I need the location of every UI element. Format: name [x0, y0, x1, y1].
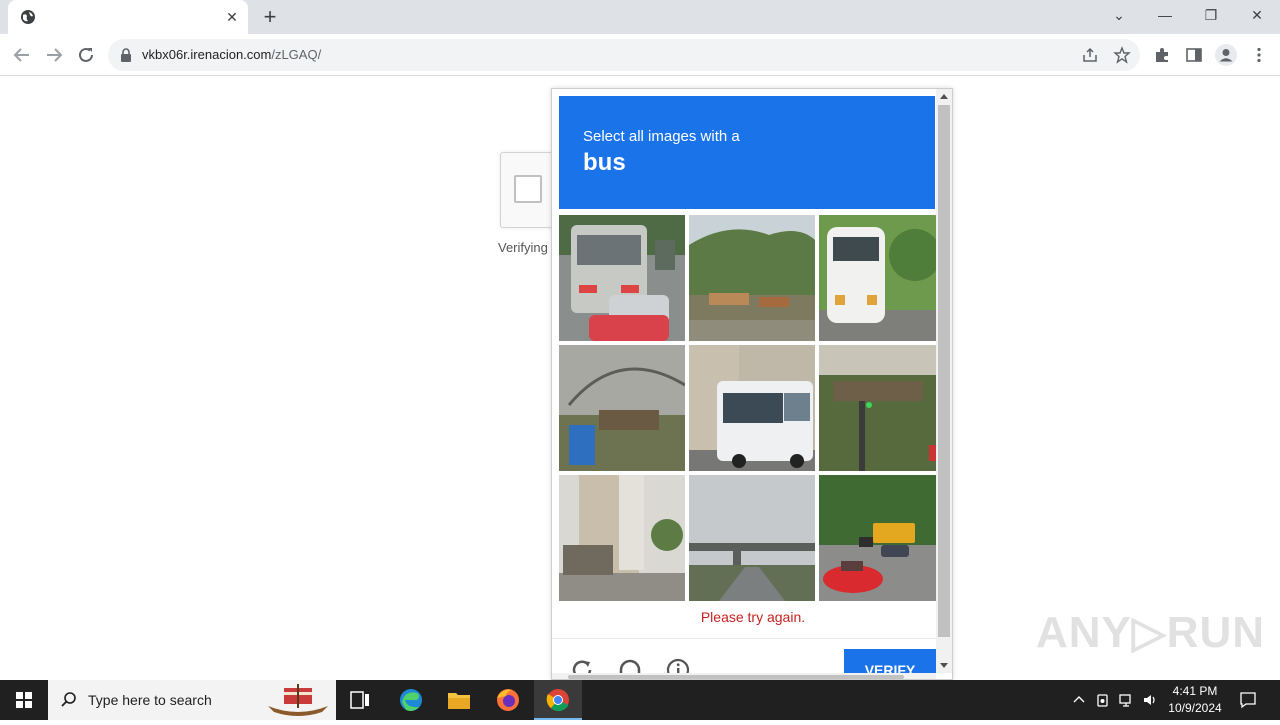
clock-date: 10/9/2024	[1168, 701, 1222, 715]
tile-image-bus-highway	[559, 215, 685, 341]
clock-time: 4:41 PM	[1172, 684, 1218, 698]
tile-image-overpass	[689, 475, 815, 601]
close-window-button[interactable]: ✕	[1244, 4, 1270, 26]
tab-search-button[interactable]: ⌄	[1106, 4, 1132, 26]
image-grid	[559, 215, 945, 601]
chrome-taskbar-app[interactable]	[534, 680, 582, 720]
taskbar-clock[interactable]: 4:41 PM 10/9/2024	[1160, 683, 1230, 717]
file-explorer-icon[interactable]	[435, 680, 483, 720]
image-tile[interactable]	[559, 215, 685, 341]
notifications-icon[interactable]	[1239, 691, 1257, 709]
error-message: Please try again.	[700, 609, 806, 625]
tile-image-apartment-street	[559, 475, 685, 601]
horizontal-scrollbar[interactable]	[552, 673, 936, 679]
extensions-icon[interactable]	[1153, 46, 1171, 64]
back-icon[interactable]	[11, 44, 33, 66]
scroll-down-arrow-icon[interactable]	[940, 663, 948, 668]
tile-image-city-bus	[689, 345, 815, 471]
volume-icon[interactable]	[1142, 692, 1158, 708]
image-tile[interactable]	[819, 475, 945, 601]
task-view-icon[interactable]	[336, 680, 384, 720]
edge-icon[interactable]	[387, 680, 435, 720]
new-tab-button[interactable]: +	[258, 6, 282, 28]
browser-toolbar: vkbx06r.irenacion.com/zLGAQ/	[0, 34, 1280, 76]
menu-kebab-icon[interactable]	[1250, 46, 1268, 64]
verifying-label: Verifying	[498, 240, 548, 255]
url-text[interactable]: vkbx06r.irenacion.com/zLGAQ/	[142, 47, 321, 62]
minimize-button[interactable]: —	[1152, 4, 1178, 26]
tile-image-traffic-light	[819, 345, 945, 471]
share-icon[interactable]	[1081, 46, 1099, 64]
vertical-scrollbar[interactable]	[936, 89, 952, 673]
url-path: /zLGAQ/	[271, 47, 322, 62]
tile-image-white-bus	[819, 215, 945, 341]
tray-chevron-icon[interactable]	[1071, 692, 1087, 708]
tile-image-construction	[559, 345, 685, 471]
image-tile[interactable]	[689, 345, 815, 471]
challenge-target: bus	[583, 149, 626, 176]
firefox-icon[interactable]	[484, 680, 532, 720]
profile-avatar-icon[interactable]	[1215, 44, 1237, 66]
windows-taskbar: Type here to search 4:41 PM 10/9/2024	[0, 680, 1280, 720]
challenge-banner: Select all images with a bus	[559, 96, 935, 209]
windows-start-icon[interactable]	[0, 680, 48, 720]
globe-icon	[21, 10, 35, 24]
search-icon	[61, 692, 76, 707]
lock-icon[interactable]	[120, 48, 132, 62]
address-bar[interactable]: vkbx06r.irenacion.com/zLGAQ/	[108, 39, 1140, 71]
restore-button[interactable]: ❐	[1198, 4, 1224, 26]
tab-close-button[interactable]: ✕	[223, 8, 241, 26]
network-icon[interactable]	[1118, 692, 1134, 708]
anyrun-watermark: ANY▷RUN	[1036, 608, 1266, 657]
image-tile[interactable]	[559, 475, 685, 601]
tile-image-mountain-road	[689, 215, 815, 341]
page-content: Verifying Select all images with a bus P…	[0, 77, 1280, 680]
image-tile[interactable]	[819, 345, 945, 471]
image-tile[interactable]	[559, 345, 685, 471]
tile-image-school-bus	[819, 475, 945, 601]
challenge-prompt: Select all images with a	[583, 128, 740, 145]
viking-ship-icon	[268, 684, 328, 716]
scroll-up-arrow-icon[interactable]	[940, 94, 948, 99]
image-tile[interactable]	[819, 215, 945, 341]
scrollbar-thumb[interactable]	[938, 105, 950, 637]
taskbar-search-box[interactable]: Type here to search	[48, 680, 336, 720]
reload-icon[interactable]	[75, 44, 97, 66]
bookmark-star-icon[interactable]	[1113, 46, 1131, 64]
captcha-challenge-popup: Select all images with a bus Please try …	[551, 88, 953, 680]
search-placeholder: Type here to search	[88, 692, 212, 708]
meet-now-icon[interactable]	[1095, 692, 1111, 708]
image-tile[interactable]	[689, 215, 815, 341]
browser-tab[interactable]: ✕	[8, 0, 248, 34]
image-tile[interactable]	[689, 475, 815, 601]
chrome-icon	[546, 689, 569, 712]
tab-strip: ✕ + ⌄ — ❐ ✕	[0, 0, 1280, 34]
captcha-checkbox[interactable]	[514, 175, 542, 203]
forward-icon[interactable]	[43, 44, 65, 66]
horizontal-scrollbar-thumb[interactable]	[568, 675, 904, 679]
url-domain: vkbx06r.irenacion.com	[142, 47, 272, 62]
side-panel-icon[interactable]	[1185, 46, 1203, 64]
